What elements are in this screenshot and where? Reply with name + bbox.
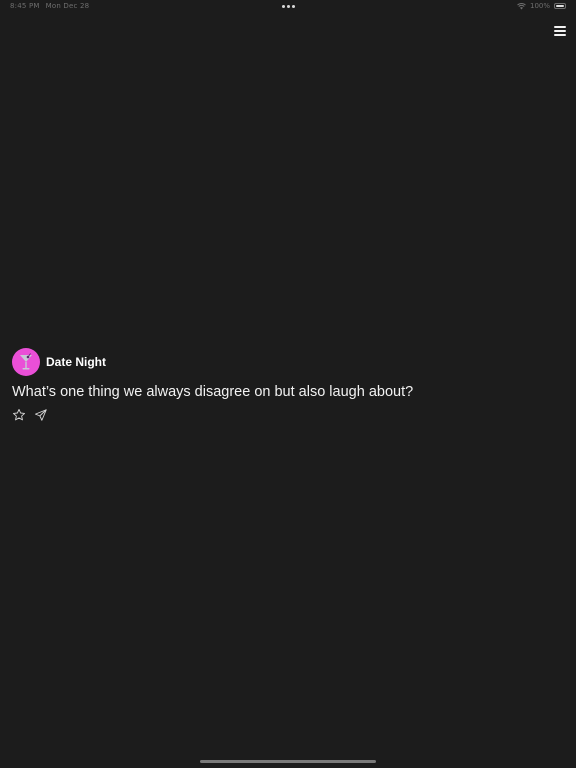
status-date: Mon Dec 28 [45, 2, 90, 10]
status-time: 8:45 PM [10, 2, 40, 10]
battery-icon [554, 3, 566, 9]
share-button[interactable] [34, 408, 48, 422]
status-indicators: 100% [517, 2, 566, 10]
favorite-button[interactable] [12, 408, 26, 422]
status-bar: 8:45 PM Mon Dec 28 100% [0, 0, 576, 14]
question-card: Date Night What’s one thing we always di… [12, 348, 552, 422]
wifi-icon [517, 2, 526, 9]
battery-percent: 100% [529, 2, 550, 10]
card-actions [12, 408, 552, 422]
paper-plane-icon [34, 409, 47, 421]
card-header: Date Night [12, 348, 552, 376]
question-text: What’s one thing we always disagree on b… [12, 384, 414, 400]
cocktail-glass-icon [20, 353, 32, 370]
category-title: Date Night [46, 355, 106, 369]
status-time-date: 8:45 PM Mon Dec 28 [10, 2, 89, 10]
home-indicator[interactable] [200, 760, 376, 763]
category-avatar [12, 348, 40, 376]
multitasking-dots-icon[interactable] [282, 5, 295, 8]
star-icon [12, 408, 26, 421]
app-screen: 8:45 PM Mon Dec 28 100% Date Night What’… [0, 0, 576, 768]
hamburger-menu-icon[interactable] [554, 24, 568, 38]
